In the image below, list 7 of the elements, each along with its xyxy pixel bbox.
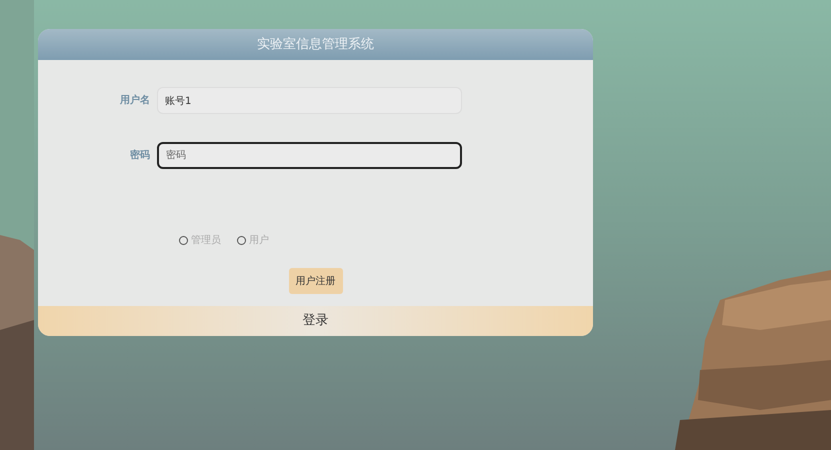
input-field[interactable]: 账号1: [157, 87, 462, 114]
input-field[interactable]: 密码: [157, 142, 462, 169]
field-label: 用户名: [119, 93, 151, 108]
field-label: 密码: [129, 148, 151, 163]
register-button[interactable]: 用户注册: [288, 268, 342, 294]
window-title: 实验室信息管理系统: [257, 36, 374, 54]
login-button[interactable]: 登录: [38, 306, 593, 336]
